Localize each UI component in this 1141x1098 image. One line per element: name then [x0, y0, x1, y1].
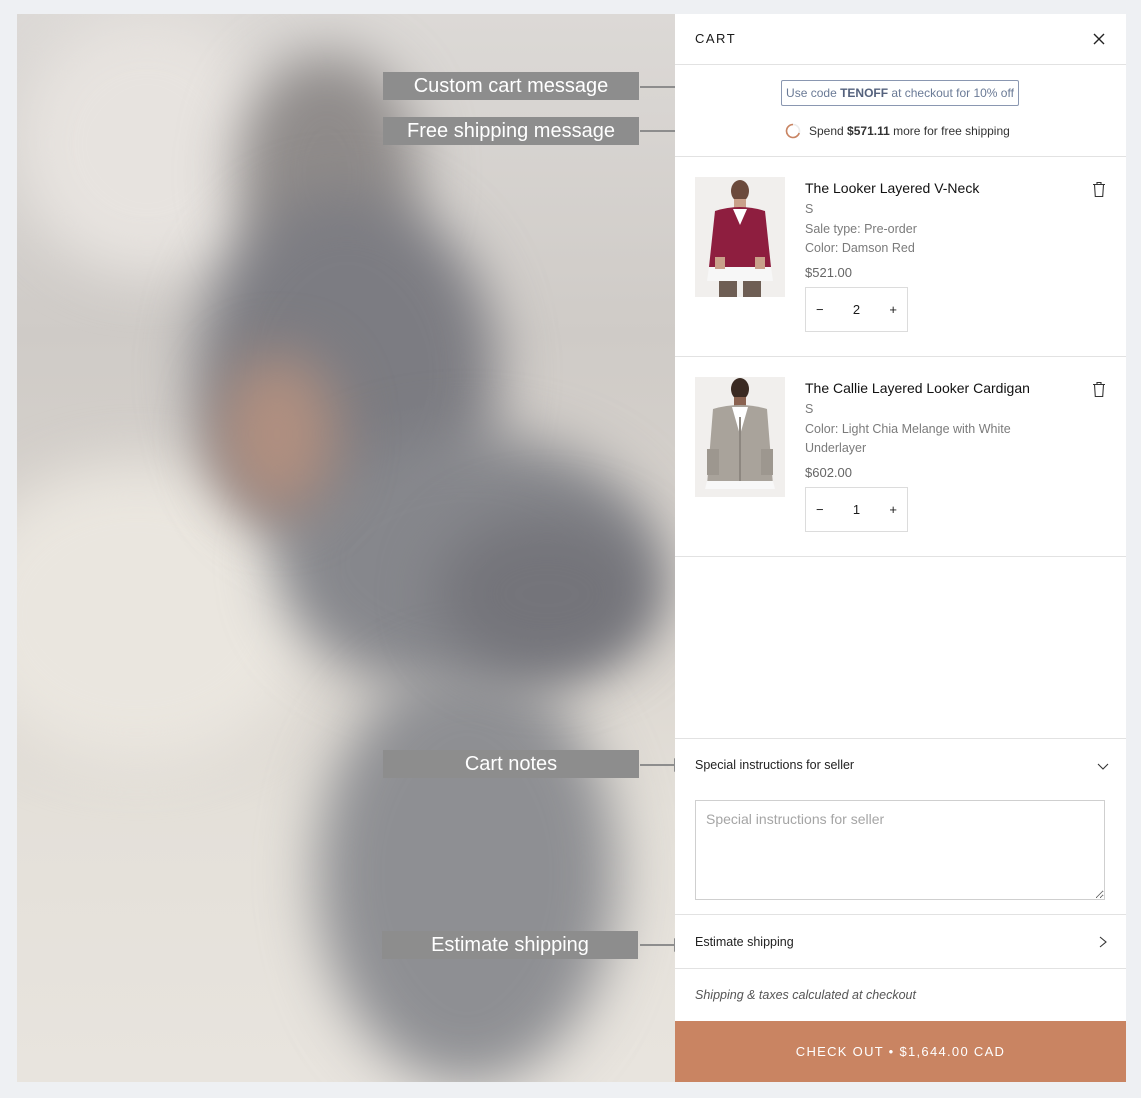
cart-notes-label: Special instructions for seller	[695, 758, 855, 772]
quantity-value[interactable]: 1	[853, 502, 860, 517]
annotation-estimate-shipping: Estimate shipping	[382, 931, 638, 959]
cart-notes-textarea[interactable]	[695, 800, 1105, 900]
item-price: $602.00	[805, 464, 852, 480]
item-size: S	[805, 202, 814, 216]
item-price: $521.00	[805, 264, 852, 280]
progress-ring-icon	[785, 123, 801, 139]
annotation-custom-cart-message: Custom cart message	[383, 72, 639, 100]
quantity-stepper: − 1 +	[805, 486, 908, 532]
quantity-stepper: − 2 +	[805, 286, 908, 332]
cart-title: CART	[695, 31, 737, 46]
free-shipping-message: Spend $571.11 more for free shipping	[785, 123, 1010, 139]
cart-line-item: The Callie Layered Looker Cardigan S Col…	[675, 357, 1126, 557]
chevron-right-icon[interactable]	[1097, 935, 1109, 949]
checkout-button[interactable]: CHECK OUT • $1,644.00 CAD	[675, 1021, 1126, 1082]
item-size: S	[805, 402, 814, 416]
blurred-page-background	[17, 14, 675, 1082]
custom-cart-message: Use code TENOFF at checkout for 10% off	[781, 80, 1019, 106]
item-name[interactable]: The Callie Layered Looker Cardigan	[805, 380, 1065, 396]
item-color: Color: Light Chia Melange with White Und…	[805, 421, 1011, 456]
promo-code: TENOFF	[840, 86, 889, 100]
cart-drawer: CART Use code TENOFF at checkout for 10%…	[675, 14, 1126, 1082]
annotation-free-shipping-message: Free shipping message	[383, 117, 639, 145]
cart-line-item: The Looker Layered V-Neck S Sale type: P…	[675, 157, 1126, 357]
quantity-decrease-button[interactable]: −	[816, 302, 824, 317]
estimate-shipping-row[interactable]: Estimate shipping	[675, 914, 1126, 969]
quantity-increase-button[interactable]: +	[889, 302, 897, 317]
estimate-shipping-label: Estimate shipping	[695, 935, 794, 949]
quantity-value[interactable]: 2	[853, 302, 860, 317]
shipping-remaining-amount: $571.11	[847, 124, 890, 138]
cart-messages: Use code TENOFF at checkout for 10% off …	[675, 65, 1126, 157]
item-sale-type: Sale type: Pre-order	[805, 221, 917, 236]
trash-icon[interactable]	[1092, 381, 1106, 398]
close-icon[interactable]	[1088, 28, 1110, 50]
trash-icon[interactable]	[1092, 181, 1106, 198]
chevron-down-icon[interactable]	[1096, 759, 1110, 773]
item-name[interactable]: The Looker Layered V-Neck	[805, 180, 1065, 196]
cart-notes-toggle[interactable]: Special instructions for seller	[675, 738, 1126, 790]
quantity-decrease-button[interactable]: −	[816, 502, 824, 517]
item-color: Color: Damson Red	[805, 241, 915, 255]
quantity-increase-button[interactable]: +	[889, 502, 897, 517]
product-image-vneck[interactable]	[695, 177, 785, 297]
annotation-cart-notes: Cart notes	[383, 750, 639, 778]
product-image-cardigan[interactable]	[695, 377, 785, 497]
cart-header: CART	[675, 14, 1126, 65]
taxes-note: Shipping & taxes calculated at checkout	[695, 988, 916, 1002]
